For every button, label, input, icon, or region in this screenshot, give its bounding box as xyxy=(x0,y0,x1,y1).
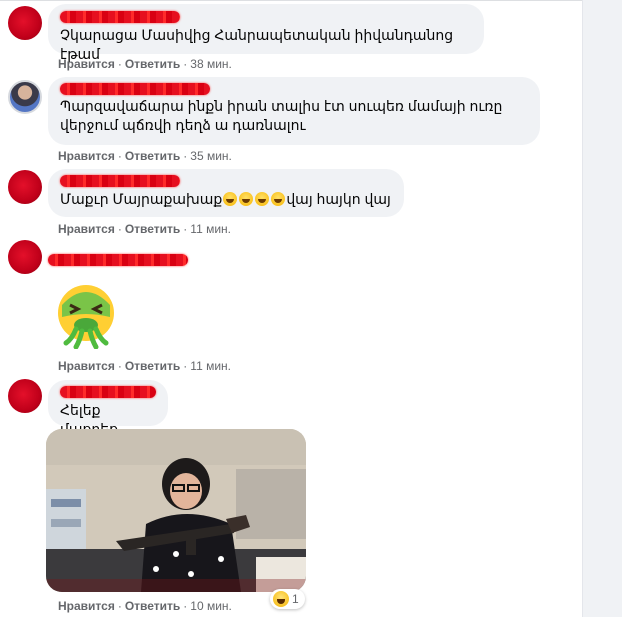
comment-text-end: վայ հայկո վայ xyxy=(286,191,391,207)
comment-actions: Нравится · Ответить · 11 мин. xyxy=(58,359,231,373)
grinning-face-icon xyxy=(223,192,238,206)
reply-link[interactable]: Ответить xyxy=(125,57,180,71)
avatar[interactable] xyxy=(8,240,42,274)
comment-text: Մաքւր Մայրաքախաք վայ հայկո վայ xyxy=(60,190,392,209)
grinning-face-icon xyxy=(271,192,286,206)
like-link[interactable]: Нравится xyxy=(58,57,115,71)
comment-bubble: Պարզավաճարա ինքն իրան տալիս էտ սուպեռ մա… xyxy=(48,77,540,145)
comment-text: Պարզավաճարա ինքն իրան տալիս էտ սուպեռ մա… xyxy=(60,98,503,133)
reply-link[interactable]: Ответить xyxy=(125,599,180,613)
like-link[interactable]: Нравится xyxy=(58,599,115,613)
like-link[interactable]: Нравится xyxy=(58,359,115,373)
comment-bubble: Մաքւր Մայրաքախաք վայ հայկո վայ xyxy=(48,169,404,217)
avatar[interactable] xyxy=(8,6,42,40)
comment-actions: Нравится · Ответить · 11 мин. xyxy=(58,222,231,236)
reaction-summary[interactable]: 1 xyxy=(270,589,305,609)
like-link[interactable]: Нравится xyxy=(58,149,115,163)
comment-time[interactable]: 35 мин. xyxy=(190,149,232,163)
comment-bubble: Չկարացա Մասիվից Հանրապետական իիվանդանոց … xyxy=(48,4,484,62)
comment-text-start: Մաքւր Մայրաքախաք xyxy=(60,191,223,207)
redacted-author-name[interactable] xyxy=(48,254,188,266)
redacted-author-name[interactable] xyxy=(60,386,156,398)
comment-time[interactable]: 11 мин. xyxy=(190,222,231,236)
reply-link[interactable]: Ответить xyxy=(125,149,180,163)
redacted-author-name[interactable] xyxy=(60,175,180,187)
avatar[interactable] xyxy=(8,170,42,204)
like-link[interactable]: Нравится xyxy=(58,222,115,236)
avatar[interactable] xyxy=(8,379,42,413)
top-divider xyxy=(0,0,622,1)
vomiting-face-sticker[interactable] xyxy=(52,283,120,349)
gif-scene xyxy=(46,429,306,592)
reaction-count: 1 xyxy=(292,592,299,606)
grinning-face-icon xyxy=(255,192,270,206)
redacted-author-name[interactable] xyxy=(60,11,180,23)
comment-bubble: Հելեք մաքրեք xyxy=(48,380,168,437)
comment-actions: Нравится · Ответить · 35 мин. xyxy=(58,149,232,163)
comment-time[interactable]: 10 мин. xyxy=(190,599,232,613)
comment-actions: Нравится · Ответить · 10 мин. xyxy=(58,599,232,613)
redacted-author-name[interactable] xyxy=(60,83,210,95)
comment-time[interactable]: 11 мин. xyxy=(190,359,231,373)
reply-link[interactable]: Ответить xyxy=(125,222,180,236)
grinning-face-icon xyxy=(239,192,254,206)
avatar[interactable] xyxy=(8,80,42,114)
comment-actions: Нравится · Ответить · 38 мин. xyxy=(58,57,232,71)
comment-time[interactable]: 38 мин. xyxy=(190,57,232,71)
right-side-panel xyxy=(582,0,622,617)
reply-link[interactable]: Ответить xyxy=(125,359,180,373)
haha-reaction-icon xyxy=(273,591,289,607)
woman-with-rifle-gif[interactable] xyxy=(46,429,306,592)
